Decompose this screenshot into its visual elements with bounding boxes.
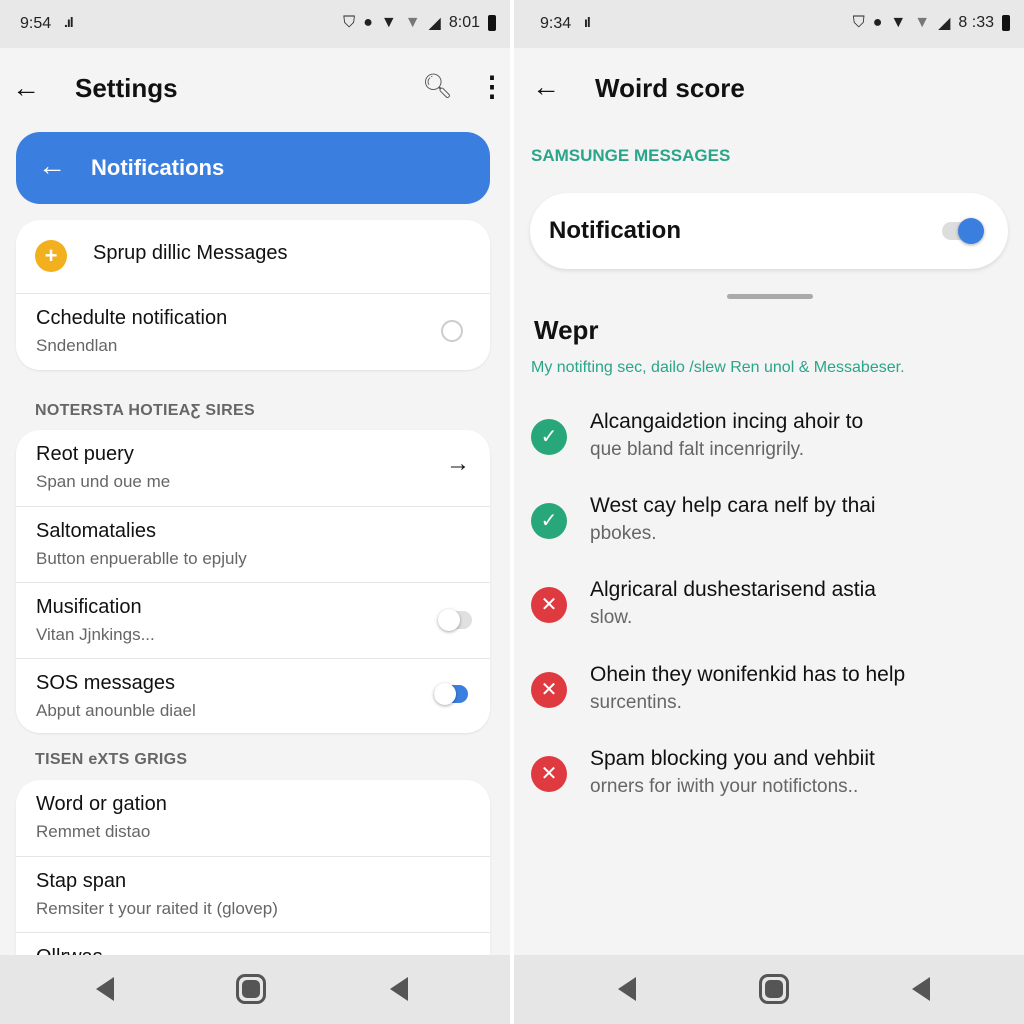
list-item[interactable]: + Sprup dillic Messages [16, 220, 490, 293]
item-subtitle: surcentins. [590, 692, 682, 713]
notification-toggle[interactable] [942, 218, 984, 244]
item-subtitle: pbokes. [590, 523, 657, 544]
settings-card: Word or gation Remmet distao Stap span R… [16, 780, 490, 980]
check-icon: ✓ [531, 503, 567, 539]
item-subtitle: Abput anounble diael [36, 701, 196, 720]
item-title: Reot puery [36, 443, 134, 465]
back-arrow-icon[interactable]: ← [12, 72, 40, 104]
section-header: NOTERSTA HOTIEAƸ SIRES [35, 402, 255, 419]
status-clock: 8 :33 [958, 14, 994, 31]
section-header: SAMSUNGE MESSAGES [531, 146, 731, 165]
list-item[interactable]: SOS messages Abput anounble diael [16, 658, 490, 733]
item-subtitle: orners for iwith your notifictons.. [590, 776, 859, 797]
list-item[interactable]: Stap span Remsiter t your raited it (glo… [16, 856, 490, 932]
page-title: Woird score [595, 73, 745, 103]
home-nav-button[interactable] [759, 974, 789, 1004]
status-time: 9:34 [540, 15, 572, 32]
item-title: Stap span [36, 870, 127, 892]
check-icon: ✓ [531, 419, 567, 455]
cell-icon: ◢ [938, 15, 951, 32]
signal-icon: ıl [584, 14, 591, 30]
more-options-icon[interactable]: ⋮ [478, 70, 506, 103]
page-title: Settings [75, 73, 178, 103]
wifi-weak-icon: ▼ [914, 14, 931, 31]
plus-circle-icon: + [35, 240, 67, 272]
list-item[interactable]: Reot puery Span und oue me → [16, 430, 490, 506]
list-item: ✓ Alcangaidƨtion incing ahoir to que bla… [514, 410, 1024, 492]
item-title: Saltomatalies [36, 520, 157, 542]
battery-icon [488, 15, 496, 31]
back-nav-button[interactable] [618, 977, 636, 1001]
status-time: 9:54 [20, 15, 52, 32]
list-item[interactable]: Cchedulte notification Sndendlan [16, 293, 490, 369]
app-icon: ● [872, 14, 883, 31]
wifi-weak-icon: ▼ [404, 14, 421, 31]
section-description: My notifting sec, dailo /slew Ren unol &… [531, 359, 905, 376]
notifications-banner[interactable]: ← Notifications [16, 132, 490, 204]
musification-toggle[interactable] [438, 609, 472, 631]
status-bar: 9:34 ıl ⛉ ● ▼ ▼ ◢ 8 :33 [514, 0, 1024, 48]
item-title: Spam blocking you and vehbiit [590, 747, 875, 770]
home-nav-button[interactable] [236, 974, 266, 1004]
list-item: ✕ Ohein they wonifenkid has to help surc… [514, 663, 1024, 745]
app-icon: ● [363, 14, 373, 31]
shield-icon: ⛉ [343, 14, 356, 31]
list-item[interactable]: Word or gation Remmet distao [16, 780, 490, 856]
item-title: Ohein they wonifenkid has to help [590, 663, 906, 686]
wifi-icon: ▼ [890, 14, 907, 31]
item-title: SOS messages [36, 672, 175, 694]
recents-nav-button[interactable] [912, 977, 930, 1001]
banner-label: Notifications [91, 155, 225, 180]
arrow-right-icon: → [446, 450, 470, 477]
recents-nav-button[interactable] [390, 977, 408, 1001]
sos-toggle[interactable] [434, 683, 468, 705]
list-item: ✕ Spam blocking you and vehbiit orners f… [514, 747, 1024, 829]
search-icon[interactable]: 🔍︎ [422, 72, 452, 101]
item-title: Word or gation [36, 793, 167, 815]
item-title: West cay help cara nelf by thai [590, 494, 876, 517]
item-subtitle: Vitan Jjnkings... [36, 625, 155, 644]
list-item[interactable]: Saltomatalies Button enpuerablle to epju… [16, 506, 490, 582]
status-clock: 8:01 [448, 14, 480, 31]
list-item: ✕ Algricaral dushestarisend astia slow. [514, 578, 1024, 660]
item-subtitle: slow. [590, 607, 633, 628]
notification-detail-screen: 9:34 ıl ⛉ ● ▼ ▼ ◢ 8 :33 ← Woird score SA… [514, 0, 1024, 1024]
back-nav-button[interactable] [96, 977, 114, 1001]
item-subtitle: que bland falt incenrigrily. [590, 439, 805, 460]
section-heading: Wepr [534, 315, 599, 345]
list-item[interactable]: Musification Vitan Jjnkings... [16, 582, 490, 658]
notification-label: Notification [549, 217, 681, 244]
notification-card: + Sprup dillic Messages Cchedulte notifi… [16, 220, 490, 370]
notification-setting[interactable]: Notification [530, 193, 1008, 269]
item-subtitle: Button enpuerablle to epjuly [36, 549, 247, 568]
cell-icon: ◢ [428, 15, 441, 32]
drag-handle[interactable] [727, 294, 813, 299]
battery-icon [1002, 15, 1010, 31]
settings-screen: 9:54 .ıl ⛉ ● ▼ ▼ ◢ 8:01 ← Settings 🔍︎ ⋮ … [0, 0, 510, 1024]
back-arrow-icon[interactable]: ← [532, 71, 560, 103]
signal-icon: .ıl [64, 14, 74, 30]
section-header: TISEN eXTS GRIGS [35, 751, 188, 768]
item-subtitle: Sndendlan [36, 336, 118, 355]
cross-icon: ✕ [531, 756, 567, 792]
shield-icon: ⛉ [852, 14, 865, 31]
cross-icon: ✕ [531, 672, 567, 708]
item-title: Sprup dillic Messages [93, 242, 288, 264]
item-title: Musification [36, 596, 142, 618]
item-subtitle: Remsiter t your raited it (glovep) [36, 899, 278, 918]
item-subtitle: Remmet distao [36, 822, 151, 841]
item-title: Alcangaidƨtion incing ahoir to [590, 410, 864, 433]
back-arrow-icon: ← [38, 150, 66, 181]
settings-card: Reot puery Span und oue me → Saltomatali… [16, 430, 490, 733]
cross-icon: ✕ [531, 587, 567, 623]
radio-button[interactable] [441, 320, 463, 342]
item-subtitle: Span und oue me [36, 472, 171, 491]
item-title: Cchedulte notification [36, 307, 228, 329]
status-bar: 9:54 .ıl ⛉ ● ▼ ▼ ◢ 8:01 [0, 0, 510, 48]
item-title: Algricaral dushestarisend astia [590, 578, 876, 601]
wifi-icon: ▼ [380, 14, 397, 31]
list-item: ✓ West cay help cara nelf by thai pbokes… [514, 494, 1024, 576]
